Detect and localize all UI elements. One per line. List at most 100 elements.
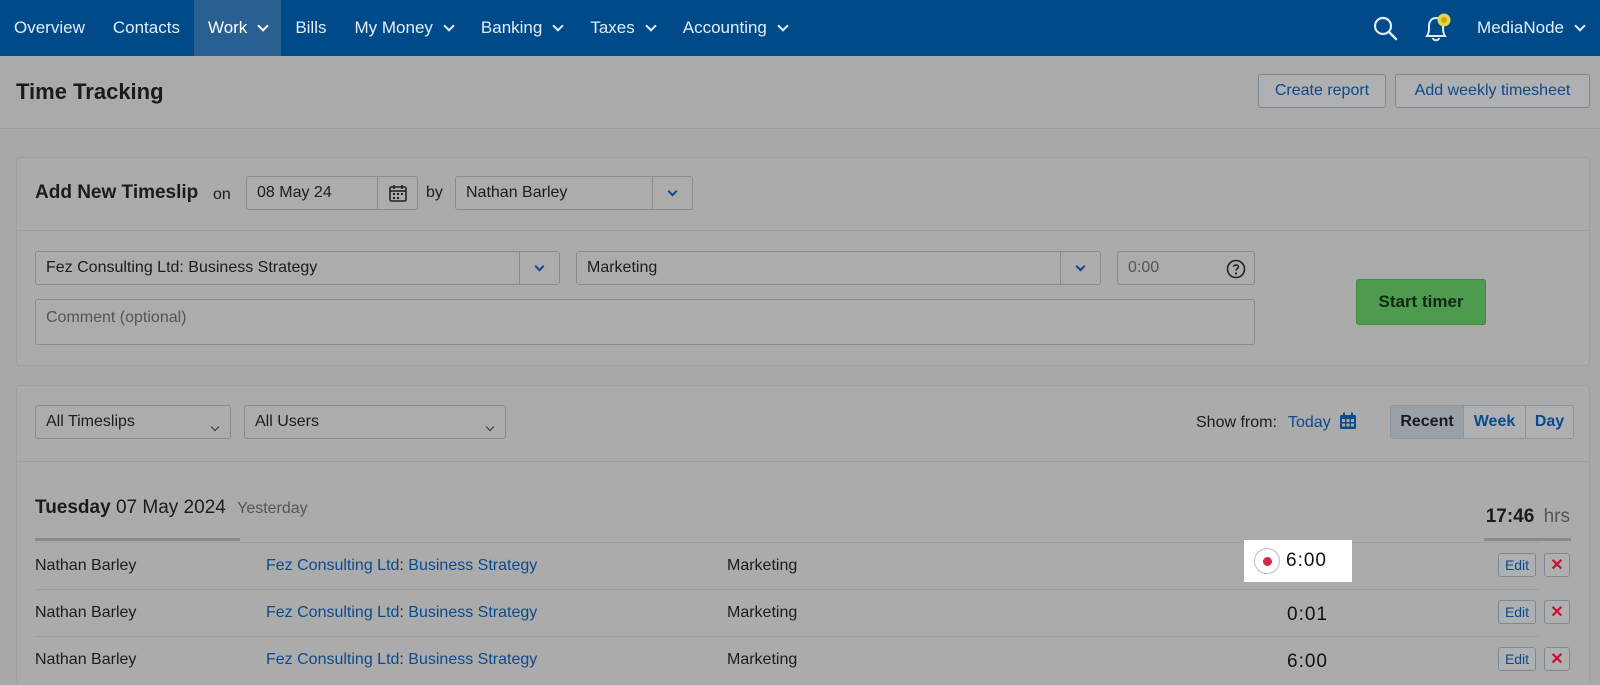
- show-from-label: Show from:: [1196, 414, 1277, 431]
- delete-button[interactable]: ✕: [1544, 647, 1570, 671]
- table-row: Nathan Barley Fez Consulting Ltd: Busine…: [35, 589, 1570, 635]
- nav-banking[interactable]: Banking: [467, 0, 576, 56]
- help-icon[interactable]: [1226, 259, 1246, 284]
- nav-taxes[interactable]: Taxes: [576, 0, 668, 56]
- timeslips-filter[interactable]: All Timeslips: [35, 405, 231, 439]
- edit-button[interactable]: Edit: [1498, 600, 1536, 624]
- project-select-toggle[interactable]: [519, 252, 559, 284]
- chevron-down-icon: [777, 19, 789, 32]
- day-weekday: Tuesday: [35, 497, 111, 518]
- edit-button[interactable]: Edit: [1498, 647, 1536, 671]
- panel-divider: [17, 461, 1589, 462]
- comment-field[interactable]: Comment (optional): [35, 299, 1255, 345]
- task-select-toggle[interactable]: [1060, 252, 1100, 284]
- running-timer[interactable]: 6:00: [1244, 540, 1352, 582]
- nav-work-label: Work: [207, 18, 248, 37]
- page-header: Time Tracking Create report Add weekly t…: [0, 56, 1600, 129]
- view-recent[interactable]: Recent: [1391, 406, 1463, 438]
- page-title: Time Tracking: [16, 79, 164, 104]
- hours-input[interactable]: 0:00: [1117, 251, 1255, 285]
- nav-banking-label: Banking: [480, 18, 543, 37]
- chevron-down-icon: [443, 19, 455, 32]
- entry-task: Marketing: [727, 557, 798, 574]
- table-row: Nathan Barley Fez Consulting Ltd: Busine…: [35, 636, 1570, 682]
- task-select[interactable]: Marketing: [576, 251, 1101, 285]
- view-day[interactable]: Day: [1525, 406, 1573, 438]
- timeslips-filter-value: All Timeslips: [46, 413, 135, 430]
- top-navigation: Overview Contacts Work Bills My Money Ba…: [0, 0, 1600, 56]
- entry-contact-link[interactable]: Fez Consulting Ltd: [266, 651, 399, 669]
- nav-overview-label: Overview: [14, 18, 85, 37]
- day-date: 07 May 2024: [115, 497, 226, 518]
- chevron-down-icon: [210, 417, 220, 435]
- search-icon: [1373, 16, 1398, 41]
- date-field[interactable]: 08 May 24: [246, 176, 418, 210]
- nav-overview[interactable]: Overview: [0, 0, 99, 56]
- bell-icon: [1425, 13, 1451, 42]
- entry-contact-link[interactable]: Fez Consulting Ltd: [266, 604, 399, 622]
- entry-project-link[interactable]: Business Strategy: [408, 604, 537, 622]
- nav-work[interactable]: Work: [193, 0, 282, 56]
- user-select[interactable]: Nathan Barley: [455, 176, 693, 210]
- chevron-down-icon: [645, 19, 657, 32]
- entry-project: Fez Consulting Ltd: Business Strategy: [266, 604, 538, 622]
- new-timeslip-title: Add New Timeslip: [35, 182, 199, 203]
- total-underline: [1484, 538, 1571, 541]
- day-total-unit: hrs: [1543, 506, 1570, 527]
- entry-task: Marketing: [727, 604, 798, 621]
- entry-task: Marketing: [727, 651, 798, 668]
- day-total-value: 17:46: [1485, 506, 1535, 527]
- entry-project: Fez Consulting Ltd: Business Strategy: [266, 651, 538, 669]
- account-menu[interactable]: MediaNode: [1463, 0, 1600, 56]
- user-select-toggle[interactable]: [652, 177, 692, 209]
- account-name: MediaNode: [1477, 18, 1564, 37]
- nav-my-money[interactable]: My Money: [340, 0, 466, 56]
- start-timer-button[interactable]: Start timer: [1356, 279, 1486, 325]
- record-icon[interactable]: [1254, 548, 1280, 574]
- chevron-down-icon: [534, 261, 545, 271]
- search-button[interactable]: [1359, 0, 1411, 56]
- chevron-down-icon: [257, 19, 269, 32]
- edit-button[interactable]: Edit: [1498, 553, 1536, 577]
- delete-button[interactable]: ✕: [1544, 553, 1570, 577]
- nav-bills-label: Bills: [295, 18, 327, 37]
- entry-project-link[interactable]: Business Strategy: [408, 557, 537, 575]
- project-select[interactable]: Fez Consulting Ltd: Business Strategy: [35, 251, 560, 285]
- delete-button[interactable]: ✕: [1544, 600, 1570, 624]
- view-week[interactable]: Week: [1463, 406, 1525, 438]
- entry-hours: 0:01: [1287, 604, 1328, 625]
- nav-right: MediaNode: [1359, 0, 1600, 56]
- nav-accounting-label: Accounting: [682, 18, 767, 37]
- comment-placeholder: Comment (optional): [46, 309, 187, 326]
- chevron-down-icon: [667, 186, 678, 196]
- chevron-down-icon: [1075, 261, 1086, 271]
- create-report-button[interactable]: Create report: [1258, 74, 1386, 108]
- nav-contacts-label: Contacts: [112, 18, 180, 37]
- nav-bills[interactable]: Bills: [281, 0, 340, 56]
- table-row: Nathan Barley Fez Consulting Ltd: Busine…: [35, 540, 1570, 588]
- entry-contact-link[interactable]: Fez Consulting Ltd: [266, 557, 399, 575]
- show-from-date-link[interactable]: Today: [1288, 414, 1331, 432]
- project-value: Fez Consulting Ltd: Business Strategy: [46, 259, 318, 276]
- panel-divider: [17, 230, 1589, 231]
- entry-user: Nathan Barley: [35, 604, 137, 621]
- add-weekly-timesheet-button[interactable]: Add weekly timesheet: [1395, 74, 1590, 108]
- day-heading: Tuesday 07 May 2024 Yesterday: [35, 497, 308, 519]
- entry-hours: 6:00: [1287, 651, 1328, 672]
- users-filter-value: All Users: [255, 413, 320, 430]
- chevron-down-icon: [485, 417, 495, 435]
- calendar-icon: [388, 185, 407, 202]
- day-relative: Yesterday: [237, 500, 308, 517]
- view-toggle: Recent Week Day: [1390, 405, 1574, 439]
- nav-accounting[interactable]: Accounting: [669, 0, 801, 56]
- entry-project: Fez Consulting Ltd: Business Strategy: [266, 557, 538, 575]
- nav-contacts[interactable]: Contacts: [99, 0, 194, 56]
- users-filter[interactable]: All Users: [244, 405, 506, 439]
- by-label: by: [426, 184, 443, 201]
- calendar-button[interactable]: [377, 177, 417, 209]
- task-value: Marketing: [587, 259, 658, 276]
- entry-project-link[interactable]: Business Strategy: [408, 651, 537, 669]
- nav-my-money-label: My Money: [354, 18, 433, 37]
- notifications-button[interactable]: [1411, 0, 1463, 56]
- calendar-icon[interactable]: [1339, 412, 1357, 435]
